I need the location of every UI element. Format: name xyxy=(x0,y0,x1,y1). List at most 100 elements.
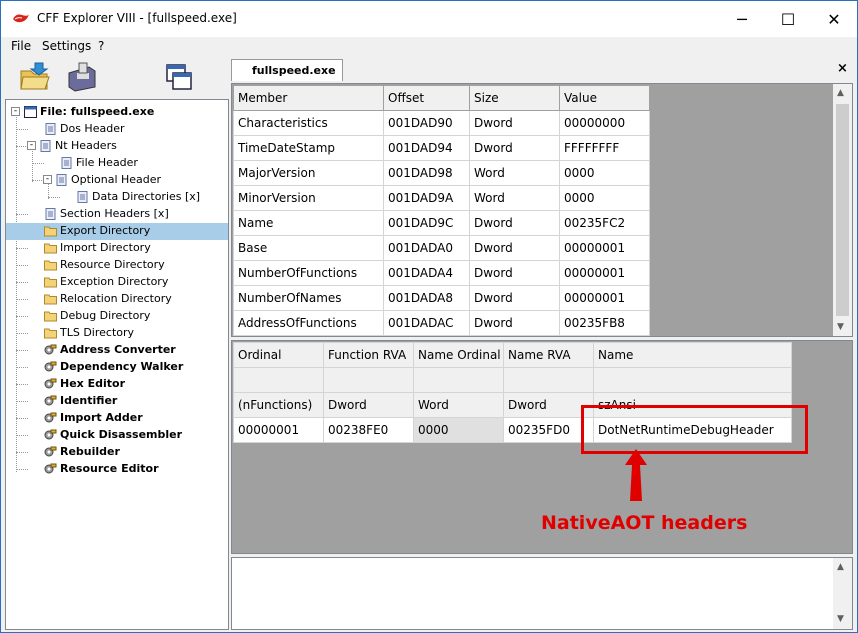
scroll-up-icon[interactable]: ▲ xyxy=(837,88,844,98)
tree-item[interactable]: Resource Editor xyxy=(6,461,228,478)
table-cell[interactable]: 00000001 xyxy=(233,417,324,443)
table-cell[interactable]: Characteristics xyxy=(233,110,384,136)
scroll-down-icon[interactable]: ▼ xyxy=(837,322,844,332)
table-cell[interactable]: 001DADA4 xyxy=(383,260,470,286)
table-cell[interactable]: Name xyxy=(233,210,384,236)
table-cell[interactable]: 00238FE0 xyxy=(323,417,414,443)
open-file-icon[interactable] xyxy=(17,59,53,95)
tree-item[interactable]: Exception Directory xyxy=(6,274,228,291)
tree-item[interactable]: Relocation Directory xyxy=(6,291,228,308)
tree-item[interactable]: Hex Editor xyxy=(6,376,228,393)
tree-view[interactable]: - File: fullspeed.exe Dos Header - Nt Header… xyxy=(5,99,229,630)
tree-item[interactable]: Identifier xyxy=(6,393,228,410)
table-cell[interactable]: 00235FB8 xyxy=(559,310,650,336)
table-cell[interactable]: TimeDateStamp xyxy=(233,135,384,161)
collapse-icon[interactable]: - xyxy=(43,175,52,184)
tree-item[interactable]: Section Headers [x] xyxy=(6,206,228,223)
table-cell[interactable]: AddressOfFunctions xyxy=(233,310,384,336)
column-header[interactable]: Value xyxy=(559,85,650,111)
table-row[interactable]: NumberOfNames 001DADA8 Dword 00000001 xyxy=(233,285,650,311)
table-cell[interactable]: NumberOfNames xyxy=(233,285,384,311)
table-cell[interactable] xyxy=(503,367,594,393)
info-scrollbar[interactable]: ▲ ▼ xyxy=(833,558,852,629)
table-cell[interactable]: Dword xyxy=(323,392,414,418)
tree-item[interactable]: - File: fullspeed.exe xyxy=(6,104,228,121)
table-cell[interactable]: 0000 xyxy=(413,417,504,443)
table-cell[interactable] xyxy=(323,367,414,393)
close-button[interactable]: ✕ xyxy=(811,1,857,37)
tab-fullspeed[interactable]: fullspeed.exe xyxy=(231,59,343,81)
table-cell[interactable]: 00000001 xyxy=(559,285,650,311)
tree-item[interactable]: - Optional Header xyxy=(6,172,228,189)
table-row[interactable]: MajorVersion 001DAD98 Word 0000 xyxy=(233,160,650,186)
table-cell[interactable]: Base xyxy=(233,235,384,261)
table-cell[interactable]: 001DAD90 xyxy=(383,110,470,136)
table-cell[interactable]: Word xyxy=(413,392,504,418)
tab-close-button[interactable]: × xyxy=(837,61,848,76)
table-cell[interactable]: 0000 xyxy=(559,185,650,211)
table-row[interactable]: Name 001DAD9C Dword 00235FC2 xyxy=(233,210,650,236)
tree-item[interactable]: TLS Directory xyxy=(6,325,228,342)
table-cell[interactable]: 00000001 xyxy=(559,260,650,286)
save-file-icon[interactable] xyxy=(63,59,99,95)
tree-item[interactable]: Dos Header xyxy=(6,121,228,138)
collapse-icon[interactable]: - xyxy=(27,141,36,150)
table-cell[interactable] xyxy=(593,367,792,393)
table-row[interactable]: Base 001DADA0 Dword 00000001 xyxy=(233,235,650,261)
tree-item[interactable]: Debug Directory xyxy=(6,308,228,325)
info-scroll-down-icon[interactable]: ▼ xyxy=(837,614,844,624)
windows-icon[interactable] xyxy=(161,59,197,95)
column-header[interactable]: Name RVA xyxy=(503,342,594,368)
title-bar[interactable]: CFF Explorer VIII - [fullspeed.exe] ─ ☐ … xyxy=(1,1,857,37)
table-cell[interactable]: 001DAD94 xyxy=(383,135,470,161)
menu-file[interactable]: File xyxy=(11,39,31,53)
table-row[interactable]: MinorVersion 001DAD9A Word 0000 xyxy=(233,185,650,211)
column-header[interactable]: Offset xyxy=(383,85,470,111)
table-cell[interactable]: Dword xyxy=(469,235,560,261)
table-cell[interactable]: MajorVersion xyxy=(233,160,384,186)
table-cell[interactable]: Dword xyxy=(469,210,560,236)
table-cell[interactable]: 001DAD9C xyxy=(383,210,470,236)
table-cell[interactable]: MinorVersion xyxy=(233,185,384,211)
table-cell[interactable]: Dword xyxy=(469,135,560,161)
table-row[interactable]: AddressOfFunctions 001DADAC Dword 00235FB8 xyxy=(233,310,650,336)
table-cell[interactable]: 00235FC2 xyxy=(559,210,650,236)
menu-settings[interactable]: Settings xyxy=(42,39,91,53)
tree-item[interactable]: Address Converter xyxy=(6,342,228,359)
tree-item[interactable]: Rebuilder xyxy=(6,444,228,461)
tree-item[interactable]: Data Directories [x] xyxy=(6,189,228,206)
collapse-icon[interactable]: - xyxy=(11,107,20,116)
tree-item[interactable]: - Nt Headers xyxy=(6,138,228,155)
column-header[interactable]: Name Ordinal xyxy=(413,342,504,368)
table-cell[interactable]: 001DADA0 xyxy=(383,235,470,261)
table-cell[interactable]: Dword xyxy=(503,392,594,418)
table-cell[interactable]: 00235FD0 xyxy=(503,417,594,443)
tree-item[interactable]: File Header xyxy=(6,155,228,172)
column-header[interactable]: Ordinal xyxy=(233,342,324,368)
table-cell[interactable]: 001DADA8 xyxy=(383,285,470,311)
maximize-button[interactable]: ☐ xyxy=(765,1,811,37)
table-cell[interactable]: Dword xyxy=(469,110,560,136)
minimize-button[interactable]: ─ xyxy=(719,1,765,37)
table-cell[interactable]: Dword xyxy=(469,285,560,311)
table-cell[interactable] xyxy=(233,367,324,393)
table-cell[interactable] xyxy=(413,367,504,393)
tree-item[interactable]: Import Directory xyxy=(6,240,228,257)
tree-item[interactable]: Quick Disassembler xyxy=(6,427,228,444)
table-cell[interactable]: 00000001 xyxy=(559,235,650,261)
table-row[interactable]: NumberOfFunctions 001DADA4 Dword 00000001 xyxy=(233,260,650,286)
column-header[interactable]: Size xyxy=(469,85,560,111)
table-cell[interactable]: Word xyxy=(469,185,560,211)
table-cell[interactable]: 0000 xyxy=(559,160,650,186)
column-header[interactable]: Name xyxy=(593,342,792,368)
tree-item[interactable]: Import Adder xyxy=(6,410,228,427)
table-cell[interactable]: Dword xyxy=(469,310,560,336)
vertical-scrollbar[interactable]: ▲ ▼ xyxy=(833,84,852,336)
table-cell[interactable]: Dword xyxy=(469,260,560,286)
column-header[interactable]: Member xyxy=(233,85,384,111)
table-cell[interactable]: (nFunctions) xyxy=(233,392,324,418)
table-row[interactable]: Characteristics 001DAD90 Dword 00000000 xyxy=(233,110,650,136)
tree-item[interactable]: Export Directory xyxy=(6,223,228,240)
table-cell[interactable]: 001DAD9A xyxy=(383,185,470,211)
table-cell[interactable]: Word xyxy=(469,160,560,186)
